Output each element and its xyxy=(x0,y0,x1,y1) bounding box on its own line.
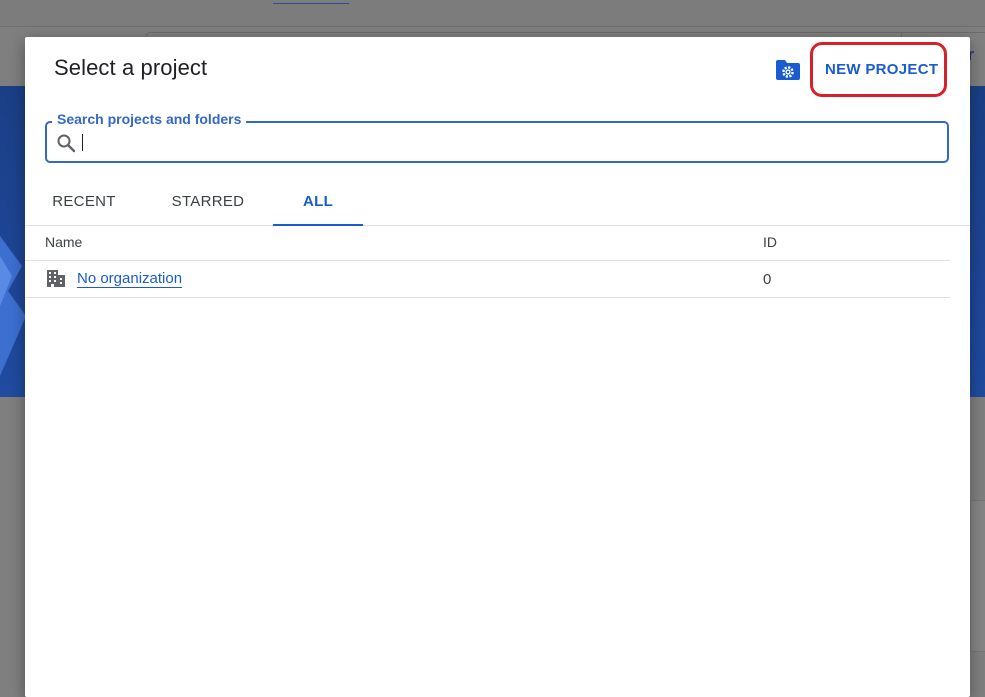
new-project-button[interactable]: NEW PROJECT xyxy=(825,59,938,79)
project-tabs: RECENT STARRED ALL xyxy=(25,183,970,226)
table-row[interactable]: No organization 0 xyxy=(25,261,950,298)
table-header: Name ID xyxy=(25,225,950,261)
dialog-title: Select a project xyxy=(54,55,208,80)
organization-link[interactable]: No organization xyxy=(77,271,183,288)
search-field-label: Search projects and folders xyxy=(52,111,247,127)
text-caret xyxy=(82,134,83,151)
background-link xyxy=(273,0,349,4)
column-header-id[interactable]: ID xyxy=(763,234,777,250)
search-input[interactable] xyxy=(79,129,943,157)
folder-gear-icon[interactable] xyxy=(775,59,801,81)
tab-starred[interactable]: STARRED xyxy=(143,183,273,224)
search-icon xyxy=(57,134,76,153)
background-topbar xyxy=(0,0,985,27)
column-header-name[interactable]: Name xyxy=(45,234,82,250)
tab-recent[interactable]: RECENT xyxy=(25,183,143,224)
organization-id: 0 xyxy=(763,271,772,288)
background-card xyxy=(970,500,985,652)
building-icon xyxy=(47,270,65,287)
select-project-dialog: Select a project NEW PROJECT Search proj… xyxy=(25,37,970,697)
tab-all[interactable]: ALL xyxy=(273,183,363,226)
